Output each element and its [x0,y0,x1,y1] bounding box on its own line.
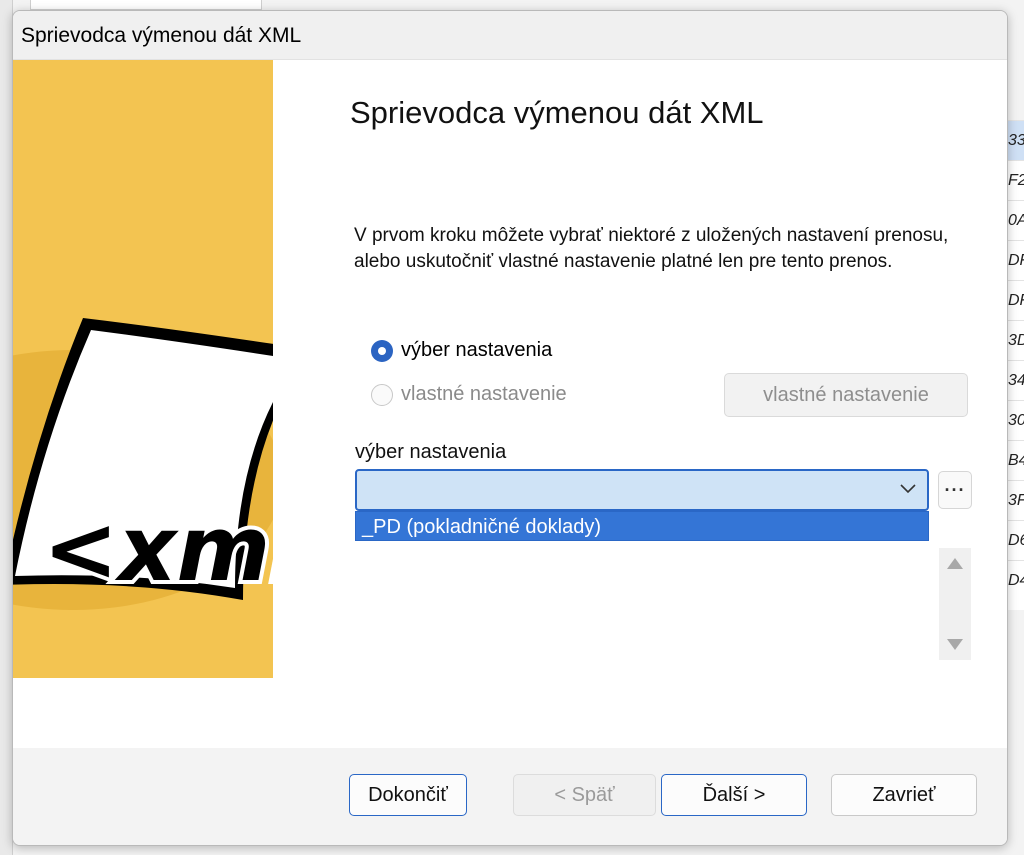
selection-label: výber nastavenia [355,441,507,463]
chevron-down-icon[interactable] [899,479,917,497]
svg-text:<xml>: <xml> [43,497,273,602]
background-top-item [30,0,262,10]
background-grid-cell: DF [1006,240,1024,281]
radio-custom-label: vlastné nastavenie [401,383,567,405]
background-grid-cell: 3F [1006,480,1024,521]
dialog-titlebar[interactable]: Sprievodca výmenou dát XML [13,11,1007,60]
background-grid-cell: D4 [1006,560,1024,601]
browse-settings-button[interactable]: ··· [938,471,972,509]
background-grid-cell: 0A [1006,200,1024,241]
list-scrollbar[interactable] [939,548,971,660]
next-button[interactable]: Ďalší > [661,774,807,816]
radio-unchecked-icon[interactable] [371,383,393,406]
scroll-up-arrow-icon[interactable] [947,558,963,569]
xml-banner: <xml> <xml> [13,60,273,678]
scroll-down-arrow-icon[interactable] [947,639,963,650]
wizard-heading: Sprievodca výmenou dát XML [350,95,764,130]
xml-logo-icon: <xml> <xml> [13,318,273,610]
background-grid-cell: 34 [1006,360,1024,401]
dialog-footer: Dokončiť < Späť Ďalší > Zavrieť [13,748,1007,845]
radio-preset-option[interactable]: výber nastavenia [371,339,552,362]
radio-checked-icon[interactable] [371,339,393,362]
radio-preset-label: výber nastavenia [401,339,553,361]
close-button[interactable]: Zavrieť [831,774,977,816]
finish-button[interactable]: Dokončiť [349,774,467,816]
custom-settings-button[interactable]: vlastné nastavenie [724,373,968,417]
background-grid-cell: 3D [1006,320,1024,361]
background-grid-cell: 30 [1006,400,1024,441]
background-grid-cell: 33 [1006,120,1024,161]
background-grid-cell: B4 [1006,440,1024,481]
dropdown-item[interactable]: _PD (pokladničné doklady) [355,511,929,541]
wizard-content: <xml> <xml> Sprievodca výmenou dát XML V… [13,60,1007,748]
settings-combobox[interactable] [355,469,929,511]
background-grid-cell: D6 [1006,520,1024,561]
radio-custom-option[interactable]: vlastné nastavenie [371,383,567,406]
dialog-title: Sprievodca výmenou dát XML [21,24,302,47]
xml-wizard-dialog: Sprievodca výmenou dát XML <xml> <xml> S… [12,10,1008,846]
background-grid-cell: F2 [1006,160,1024,201]
wizard-intro-text: V prvom kroku môžete vybrať niektoré z u… [354,225,949,272]
background-grid-cell: DF [1006,280,1024,321]
back-button[interactable]: < Späť [513,774,656,816]
